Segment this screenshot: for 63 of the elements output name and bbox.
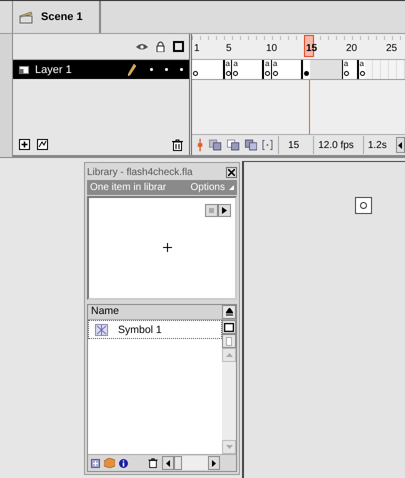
close-button[interactable]: [226, 167, 237, 178]
scroll-thumb[interactable]: [174, 456, 182, 470]
symbol-icon: [95, 324, 108, 336]
sort-icon: [226, 308, 232, 316]
center-frame-icon[interactable]: [196, 138, 204, 152]
bracket-icon[interactable]: [262, 139, 274, 151]
right-arrow-icon[interactable]: [212, 460, 216, 466]
frame-number: 25: [386, 43, 398, 54]
horizontal-scrollbar[interactable]: [162, 456, 220, 470]
lock-icon[interactable]: [156, 41, 165, 52]
play-icon: [222, 207, 227, 214]
info-icon[interactable]: [119, 458, 128, 468]
triangle-icon[interactable]: [229, 185, 234, 190]
frame-number: 10: [266, 43, 278, 54]
new-symbol-icon[interactable]: [91, 458, 100, 468]
trash-icon[interactable]: [148, 458, 158, 468]
crosshair-icon: [163, 243, 172, 252]
play-button[interactable]: [218, 204, 231, 217]
wide-view-button[interactable]: [222, 320, 236, 334]
frame-cell[interactable]: [302, 60, 310, 79]
frame-cell[interactable]: a: [231, 60, 240, 79]
frame-cell[interactable]: [294, 60, 302, 79]
frame-cell[interactable]: [310, 60, 318, 79]
panel-title: Library - flash4check.fla: [87, 167, 193, 178]
empty-frame-cell[interactable]: [373, 60, 382, 79]
layer-row[interactable]: Layer 1: [13, 60, 189, 79]
onion-skin-icon[interactable]: [209, 139, 222, 151]
pencil-icon: [128, 64, 136, 76]
frame-number: 15: [306, 43, 318, 54]
edit-multiple-frames-icon[interactable]: [244, 139, 258, 151]
empty-frame-cell[interactable]: [389, 60, 397, 79]
onion-outline-icon[interactable]: [226, 139, 240, 151]
item-count: One item in librar: [90, 182, 166, 193]
symbol-instance[interactable]: [355, 197, 372, 214]
narrow-rectangle-icon: [226, 336, 232, 346]
left-arrow-icon: [398, 142, 402, 148]
frame-number: 5: [226, 43, 232, 54]
eye-icon[interactable]: [136, 42, 148, 50]
dot-icon[interactable]: [150, 68, 153, 71]
stop-icon: [209, 208, 214, 213]
trash-icon[interactable]: [172, 139, 183, 151]
empty-frame-cell[interactable]: [365, 60, 374, 79]
playhead-line: [309, 80, 310, 134]
empty-frame-cell[interactable]: [381, 60, 390, 79]
layer-icon: [19, 66, 29, 74]
left-arrow-icon[interactable]: [166, 460, 170, 466]
current-frame: 15: [278, 136, 308, 154]
scroll-left-button[interactable]: [396, 137, 405, 153]
clapperboard-icon: [19, 10, 33, 24]
dot-icon[interactable]: [180, 68, 183, 71]
elapsed-time: 1.2s: [362, 136, 391, 154]
library-item[interactable]: Symbol 1: [88, 320, 222, 339]
add-layer-icon[interactable]: [19, 139, 31, 151]
layer-name: Layer 1: [35, 64, 73, 76]
sort-button[interactable]: [222, 305, 236, 319]
frame-number: 1: [194, 43, 200, 54]
dot-icon[interactable]: [165, 68, 168, 71]
frame-cell[interactable]: [255, 60, 263, 79]
frame-cell[interactable]: [192, 60, 200, 79]
add-guide-layer-icon[interactable]: [37, 139, 49, 151]
frame-rate: 12.0 fps: [313, 136, 358, 154]
outline-square-icon[interactable]: [173, 41, 184, 52]
frame-number: 20: [346, 43, 358, 54]
